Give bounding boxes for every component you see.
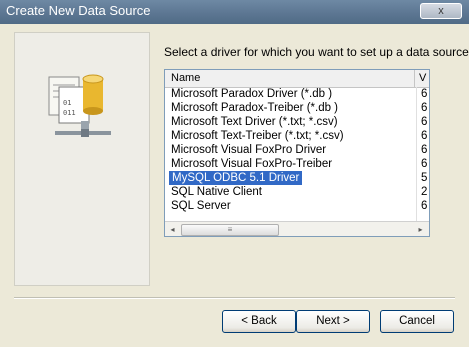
scroll-right-icon[interactable]: ▸ xyxy=(415,224,426,235)
list-item[interactable]: Microsoft Paradox-Treiber (*.db ) 6 xyxy=(165,101,427,115)
svg-text:011: 011 xyxy=(63,109,76,117)
scrollbar-thumb[interactable]: ≡ xyxy=(181,224,279,236)
close-button[interactable]: x xyxy=(420,3,462,19)
column-header-name[interactable]: Name xyxy=(165,70,415,87)
list-item[interactable]: Microsoft Text-Treiber (*.txt; *.csv) 6 xyxy=(165,129,427,143)
list-item[interactable]: Microsoft Visual FoxPro-Treiber 6 xyxy=(165,157,427,171)
driver-list[interactable]: Name V Microsoft Paradox Driver (*.db ) … xyxy=(164,69,430,237)
instruction-text: Select a driver for which you want to se… xyxy=(164,45,469,59)
list-item-selected[interactable]: MySQL ODBC 5.1 Driver 5 xyxy=(165,171,427,185)
driver-name: Microsoft Text Driver (*.txt; *.csv) xyxy=(171,116,338,128)
driver-name: Microsoft Paradox-Treiber (*.db ) xyxy=(171,102,339,114)
driver-name: Microsoft Paradox Driver (*.db ) xyxy=(171,88,333,100)
driver-name: Microsoft Text-Treiber (*.txt; *.csv) xyxy=(171,130,344,142)
version-column-area xyxy=(416,87,429,221)
driver-name: Microsoft Visual FoxPro Driver xyxy=(171,144,327,156)
driver-name: SQL Server xyxy=(171,200,231,212)
create-data-source-dialog: Create New Data Source x 01 011 Select a… xyxy=(0,0,469,347)
driver-name: SQL Native Client xyxy=(171,186,262,198)
list-item[interactable]: Microsoft Visual FoxPro Driver 6 xyxy=(165,143,427,157)
list-item[interactable]: Microsoft Paradox Driver (*.db ) 6 xyxy=(165,87,427,101)
database-network-icon: 01 011 xyxy=(48,74,111,137)
window-title: Create New Data Source xyxy=(6,3,151,18)
driver-name: MySQL ODBC 5.1 Driver xyxy=(169,171,303,185)
scroll-left-icon[interactable]: ◂ xyxy=(167,224,178,235)
next-button[interactable]: Next > xyxy=(296,310,370,333)
cancel-button[interactable]: Cancel xyxy=(380,310,454,333)
list-header: Name V xyxy=(165,70,429,88)
back-button[interactable]: < Back xyxy=(222,310,296,333)
horizontal-scrollbar[interactable]: ◂ ≡ ▸ xyxy=(165,221,429,236)
divider xyxy=(14,297,455,299)
wizard-image-panel: 01 011 xyxy=(14,32,150,286)
svg-text:01: 01 xyxy=(63,99,71,107)
list-item[interactable]: SQL Server 6 xyxy=(165,199,427,213)
driver-rows: Microsoft Paradox Driver (*.db ) 6 Micro… xyxy=(165,87,427,213)
list-item[interactable]: Microsoft Text Driver (*.txt; *.csv) 6 xyxy=(165,115,427,129)
list-item[interactable]: SQL Native Client 2 xyxy=(165,185,427,199)
column-header-version[interactable]: V xyxy=(416,70,429,87)
driver-name: Microsoft Visual FoxPro-Treiber xyxy=(171,158,333,170)
title-bar[interactable]: Create New Data Source x xyxy=(0,0,469,24)
